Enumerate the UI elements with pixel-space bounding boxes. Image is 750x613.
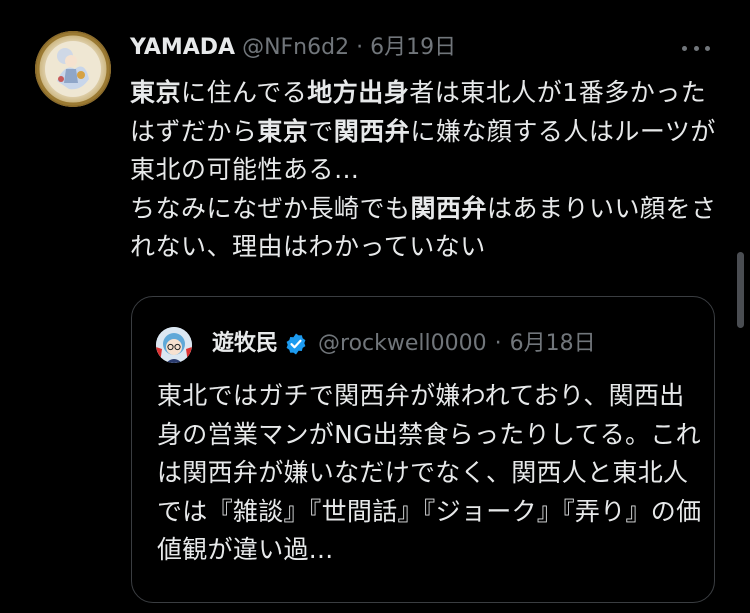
tweet[interactable]: YAMADA @NFn6d2 · 6月19日 東京に住んでる地方出身者は東北人が… — [0, 0, 750, 613]
tweet-text-segment: に住んでる — [181, 78, 308, 107]
tweet-text-bold-segment: 地方出身 — [307, 78, 410, 107]
more-horizontal-icon — [682, 45, 687, 51]
more-dot — [693, 45, 699, 51]
tweet-date[interactable]: 6月19日 — [370, 35, 456, 60]
quoted-author-name[interactable]: 遊牧民 — [212, 327, 278, 361]
tweet-text-bold-segment: 東京 — [257, 116, 309, 146]
author-name[interactable]: YAMADA — [130, 35, 235, 60]
verified-badge-icon — [284, 332, 308, 356]
tweet-header: YAMADA @NFn6d2 · 6月19日 — [130, 33, 456, 63]
quoted-text: 東北ではガチで関西弁が嫌われており、関西出身の営業マンがNG出禁食らったりしてる… — [157, 381, 702, 564]
author-handle[interactable]: @NFn6d2 — [242, 35, 349, 60]
tweet-text: 東京に住んでる地方出身者は東北人が1番多かったはずだから東京で関西弁に嫌な顔する… — [130, 74, 720, 267]
quoted-tweet[interactable]: 遊牧民 @rockwell0000 · 6月18日 東北ではガチで関西弁が嫌われ… — [131, 296, 715, 603]
tweet-text-segment: ちなみになぜか長崎でも — [130, 193, 411, 223]
author-avatar[interactable] — [35, 31, 111, 107]
tweet-text-bold-segment: 関西弁 — [410, 193, 488, 223]
quoted-author-avatar[interactable] — [156, 327, 192, 363]
quoted-separator: · — [494, 331, 502, 356]
separator: · — [356, 35, 364, 60]
more-options-button[interactable] — [680, 38, 712, 58]
tweet-text-bold-segment: 関西弁 — [333, 116, 411, 146]
quoted-date[interactable]: 6月18日 — [510, 327, 596, 361]
quoted-header: 遊牧民 @rockwell0000 · 6月18日 — [212, 327, 596, 361]
more-dot — [705, 45, 710, 51]
scrollbar[interactable] — [737, 252, 744, 328]
tweet-text-bold-segment: 東京 — [130, 78, 182, 107]
tweet-text-segment: で — [308, 116, 334, 146]
quoted-handle[interactable]: @rockwell0000 — [318, 327, 487, 361]
